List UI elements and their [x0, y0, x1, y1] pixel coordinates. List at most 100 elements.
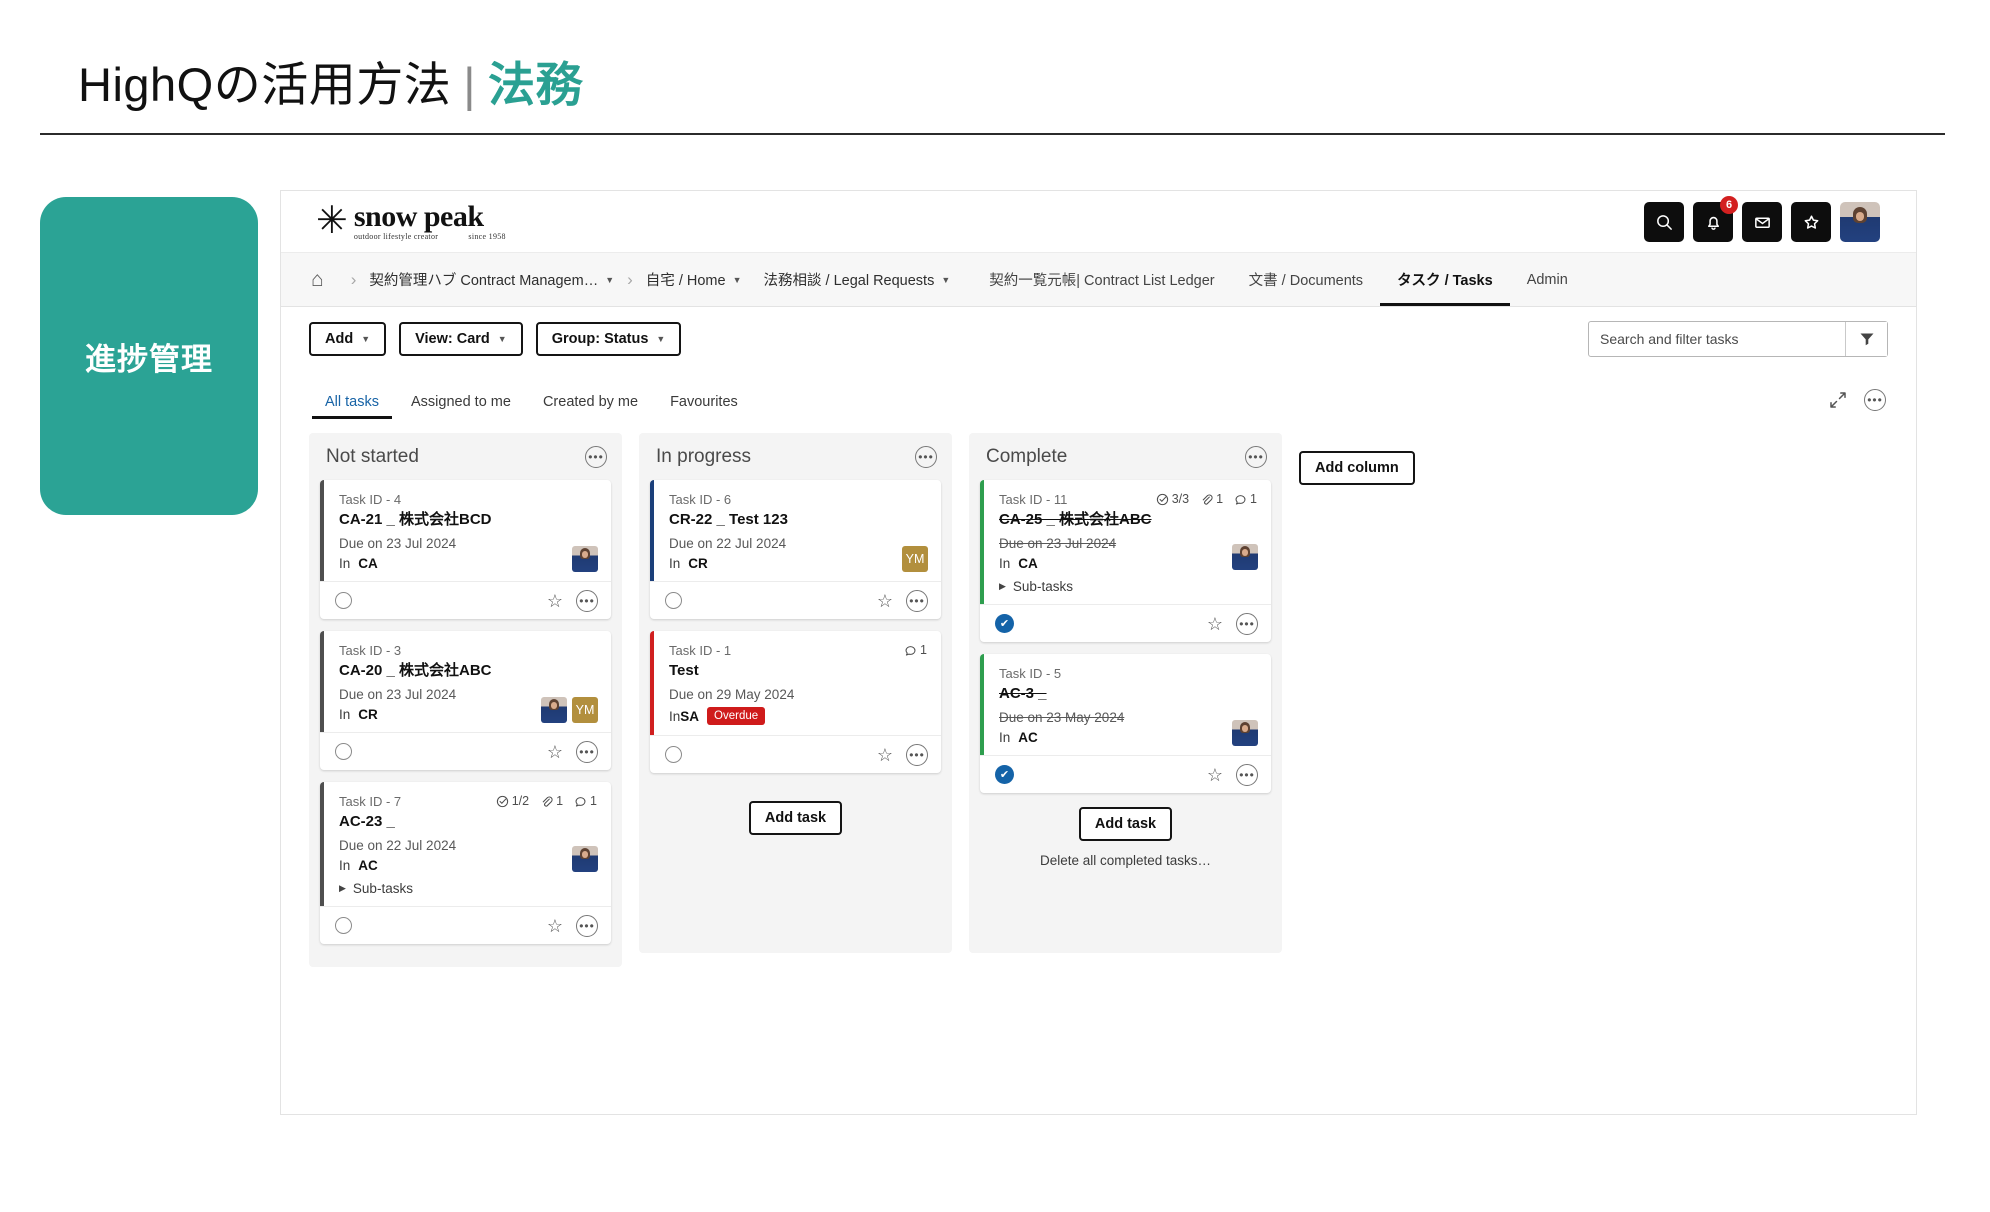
nav-item-admin[interactable]: Admin — [1510, 253, 1585, 306]
search-input[interactable] — [1589, 322, 1845, 356]
task-complete-checkbox[interactable] — [335, 592, 352, 609]
column-more-options-button[interactable]: ••• — [915, 446, 937, 468]
page-title-accent: 法務 — [487, 58, 583, 111]
task-subtasks-toggle[interactable]: ▶ Sub-tasks — [339, 881, 597, 896]
comment-icon — [575, 796, 586, 807]
messages-button[interactable] — [1742, 202, 1782, 242]
assignee-avatar — [572, 846, 598, 872]
task-favourite-icon[interactable]: ☆ — [1207, 615, 1223, 633]
task-id: Task ID - 7 — [339, 794, 402, 809]
breadcrumb-item-contract-hub[interactable]: 契約管理ハブ Contract Managem… ▼ — [369, 269, 614, 290]
task-favourite-icon[interactable]: ☆ — [877, 592, 893, 610]
task-meta: 1/2 1 1 — [496, 794, 597, 808]
task-card[interactable]: Task ID - 6 CR-22 _ Test 123 Due on 22 J… — [650, 480, 941, 619]
chevron-down-icon: ▼ — [941, 274, 951, 285]
breadcrumb-separator: › — [627, 269, 633, 289]
kanban-board: Not started ••• Task ID - 4 CA-21 _ 株式会社… — [281, 419, 1916, 967]
comment-icon — [1235, 494, 1246, 505]
tab-assigned-to-me[interactable]: Assigned to me — [395, 394, 527, 419]
board-view-actions: ••• — [1828, 389, 1886, 411]
add-button[interactable]: Add ▼ — [309, 322, 387, 356]
task-favourite-icon[interactable]: ☆ — [547, 743, 563, 761]
tab-label: Created by me — [542, 394, 639, 410]
task-favourite-icon[interactable]: ☆ — [547, 917, 563, 935]
task-complete-checkbox[interactable]: ✔ — [995, 614, 1014, 633]
breadcrumb-separator: › — [350, 269, 357, 289]
task-complete-checkbox[interactable] — [335, 917, 352, 934]
nav-item-tasks[interactable]: タスク / Tasks — [1380, 253, 1510, 306]
board-more-options-button[interactable]: ••• — [1864, 389, 1886, 411]
avatar[interactable] — [1840, 202, 1880, 242]
tab-label: Favourites — [670, 394, 738, 410]
task-complete-checkbox[interactable]: ✔ — [995, 765, 1014, 784]
view-button[interactable]: View: Card ▼ — [399, 322, 523, 356]
tab-created-by-me[interactable]: Created by me — [527, 394, 654, 419]
task-id: Task ID - 6 — [669, 492, 732, 507]
task-card[interactable]: Task ID - 3 CA-20 _ 株式会社ABC Due on 23 Ju… — [320, 631, 611, 770]
task-card[interactable]: Task ID - 11 3/3 1 1 CA-25 _ 株式会社ABC Due… — [980, 480, 1271, 642]
tab-favourites[interactable]: Favourites — [654, 394, 754, 419]
task-card-body: Task ID - 3 CA-20 _ 株式会社ABC Due on 23 Ju… — [320, 631, 611, 732]
task-more-options-button[interactable]: ••• — [906, 589, 928, 612]
task-more-options-button[interactable]: ••• — [1236, 612, 1258, 635]
task-due-date: Due on 23 May 2024 — [999, 710, 1125, 725]
task-more-options-button[interactable]: ••• — [576, 914, 598, 937]
nav-item-label: 文書 / Documents — [1248, 273, 1364, 289]
task-title: AC-3 _ — [999, 685, 1047, 702]
task-subtasks-toggle[interactable]: ▶ Sub-tasks — [999, 579, 1257, 594]
column-more-options-button[interactable]: ••• — [1245, 446, 1267, 468]
asterisk-logo-icon: ✳ — [316, 198, 348, 242]
task-id: Task ID - 4 — [339, 492, 402, 507]
task-comment-meta: 1 — [574, 794, 597, 808]
task-favourite-icon[interactable]: ☆ — [877, 746, 893, 764]
group-button[interactable]: Group: Status ▼ — [535, 322, 682, 356]
kanban-column-in-progress: In progress ••• Task ID - 6 CR-22 _ Test… — [639, 433, 952, 953]
section-nav: 契約一覧元帳| Contract List Ledger 文書 / Docume… — [972, 253, 1585, 306]
task-due-date: Due on 22 Jul 2024 — [669, 536, 787, 551]
task-favourite-icon[interactable]: ☆ — [547, 592, 563, 610]
task-complete-checkbox[interactable] — [665, 592, 682, 609]
notifications-button[interactable]: 6 — [1693, 196, 1738, 242]
bell-icon — [1707, 216, 1719, 230]
brand-logo[interactable]: ✳ snow peak outdoor lifestyle creator si… — [316, 201, 506, 241]
expand-icon[interactable] — [1828, 390, 1848, 410]
paperclip-icon — [542, 795, 553, 807]
task-location-prefix: In — [339, 707, 351, 722]
search-button[interactable] — [1644, 202, 1684, 242]
assignee-initials-avatar: YM — [902, 546, 928, 572]
page-title-separator: | — [463, 58, 476, 111]
column-title: Not started — [326, 446, 419, 467]
tab-all-tasks[interactable]: All tasks — [309, 394, 395, 419]
home-icon[interactable]: ⌂ — [311, 269, 324, 290]
task-card-footer: ☆ ••• — [320, 906, 611, 944]
task-title: CA-21 _ 株式会社BCD — [339, 511, 492, 528]
task-complete-checkbox[interactable] — [335, 743, 352, 760]
task-card[interactable]: Task ID - 1 1 Test Due on 29 May 2024 In… — [650, 631, 941, 773]
task-card[interactable]: Task ID - 7 1/2 1 1 AC-23 _ Due on 22 Ju… — [320, 782, 611, 944]
delete-completed-tasks-link[interactable]: Delete all completed tasks… — [980, 853, 1271, 868]
task-comment-meta: 1 — [904, 643, 927, 657]
task-card-body: Task ID - 11 3/3 1 1 CA-25 _ 株式会社ABC Due… — [980, 480, 1271, 604]
filter-button[interactable] — [1845, 322, 1887, 356]
task-card[interactable]: Task ID - 5 AC-3 _ Due on 23 May 2024 In… — [980, 654, 1271, 793]
nav-item-documents[interactable]: 文書 / Documents — [1232, 253, 1380, 306]
breadcrumb-item-home[interactable]: 自宅 / Home ▼ — [646, 269, 742, 290]
task-more-options-button[interactable]: ••• — [1236, 763, 1258, 786]
column-more-options-button[interactable]: ••• — [585, 446, 607, 468]
task-checklist-count: 3/3 — [1171, 492, 1190, 506]
task-favourite-icon[interactable]: ☆ — [1207, 766, 1223, 784]
favourites-button[interactable] — [1791, 202, 1831, 242]
task-more-options-button[interactable]: ••• — [576, 589, 598, 612]
add-task-button[interactable]: Add task — [1078, 807, 1173, 841]
task-more-options-button[interactable]: ••• — [906, 743, 928, 766]
add-column-button[interactable]: Add column — [1299, 451, 1415, 485]
nav-item-contract-list-ledger[interactable]: 契約一覧元帳| Contract List Ledger — [972, 253, 1231, 306]
nav-item-label: タスク / Tasks — [1397, 273, 1493, 289]
breadcrumb-item-label: 自宅 / Home — [645, 273, 726, 289]
task-more-options-button[interactable]: ••• — [576, 740, 598, 763]
task-title: CR-22 _ Test 123 — [669, 511, 788, 528]
add-task-button[interactable]: Add task — [748, 801, 843, 835]
task-complete-checkbox[interactable] — [665, 746, 682, 763]
task-card[interactable]: Task ID - 4 CA-21 _ 株式会社BCD Due on 23 Ju… — [320, 480, 611, 619]
breadcrumb-item-legal-requests[interactable]: 法務相談 / Legal Requests ▼ — [763, 269, 950, 290]
